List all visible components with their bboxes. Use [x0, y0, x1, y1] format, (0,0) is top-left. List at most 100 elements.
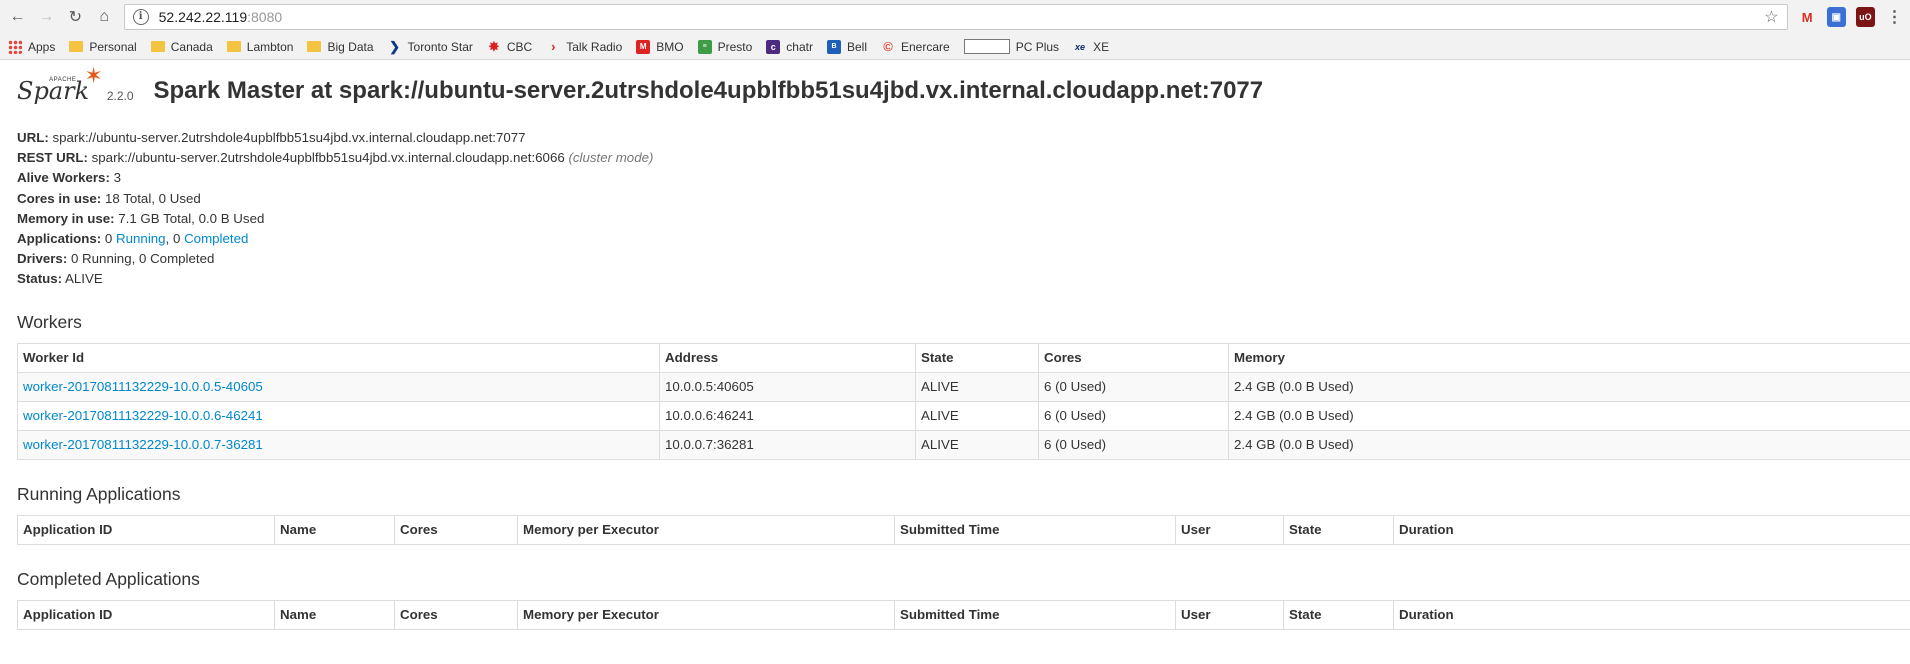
site-info-icon[interactable]: i	[132, 9, 149, 25]
running-col-name[interactable]: Name	[274, 514, 395, 545]
gmail-extension-icon[interactable]: M	[1798, 7, 1817, 27]
summary-applications: Applications: 0 Running, 0 Completed	[17, 231, 249, 247]
xe-icon: xe	[1075, 41, 1086, 52]
worker-cell-state: ALIVE	[915, 400, 1039, 431]
completed-col-submitted-time[interactable]: Submitted Time	[894, 599, 1176, 630]
bookmark-label: XE	[1093, 39, 1110, 54]
bookmark-talk-radio[interactable]: › Talk Radio	[546, 39, 623, 54]
bookmark-label: chatr	[786, 39, 813, 54]
spark-logo[interactable]: Spark APACHE ✶ 2.2.0	[17, 63, 134, 105]
bookmark-label: Personal	[89, 39, 137, 54]
bookmark-chatr[interactable]: c chatr	[766, 39, 813, 54]
bookmark-lambton[interactable]: Lambton	[226, 40, 293, 54]
summary-drivers: Drivers: 0 Running, 0 Completed	[17, 251, 215, 267]
worker-cell-memory: 2.4 GB (0.0 B Used)	[1228, 400, 1910, 431]
bookmark-personal[interactable]: Personal	[69, 39, 137, 54]
workers-col-address[interactable]: Address	[659, 342, 916, 373]
bookmark-bell[interactable]: B Bell	[826, 39, 867, 54]
toronto-star-icon: ❯	[389, 38, 400, 54]
running-col-submitted-time[interactable]: Submitted Time	[894, 514, 1176, 545]
cbc-icon: ✸	[488, 38, 500, 54]
bookmark-cbc[interactable]: ✸ CBC	[487, 38, 532, 54]
workers-col-cores[interactable]: Cores	[1038, 342, 1229, 373]
workers-col-memory[interactable]: Memory	[1228, 342, 1910, 373]
bookmark-label: Apps	[28, 39, 56, 54]
back-arrow-icon[interactable]: ←	[6, 5, 29, 29]
browser-menu-icon[interactable]: ⋮	[1885, 7, 1904, 27]
bookmark-canada[interactable]: Canada	[150, 40, 213, 54]
master-summary: URL: spark://ubuntu-server.2utrshdole4up…	[17, 128, 1893, 290]
home-icon[interactable]: ⌂	[93, 5, 116, 29]
worker-cell-address: 10.0.0.6:46241	[659, 400, 916, 431]
browser-toolbar: ← → ↻ ⌂ i 52.242.22.119:8080 ☆ M ▣ uO ⋮	[0, 0, 1910, 34]
ublock-extension-icon[interactable]: uO	[1855, 7, 1875, 27]
page-title: Spark Master at spark://ubuntu-server.2u…	[153, 77, 1264, 104]
running-apps-heading[interactable]: Running Applications	[17, 484, 1893, 505]
apache-logo-text: APACHE	[49, 77, 77, 83]
worker-id-link[interactable]: worker-20170811132229-10.0.0.7-36281	[23, 437, 263, 452]
worker-cell-memory: 2.4 GB (0.0 B Used)	[1228, 429, 1910, 460]
workers-col-state[interactable]: State	[915, 342, 1039, 373]
completed-col-name[interactable]: Name	[274, 599, 395, 630]
chatr-icon: c	[766, 39, 781, 54]
completed-col-cores[interactable]: Cores	[394, 599, 518, 630]
bell-icon: B	[826, 39, 841, 54]
worker-row: worker-20170811132229-10.0.0.6-46241 10.0…	[17, 400, 1910, 431]
apps-grid-icon	[8, 39, 22, 54]
worker-cell-memory: 2.4 GB (0.0 B Used)	[1228, 371, 1910, 402]
tab-extension-icon[interactable]: ▣	[1826, 7, 1846, 27]
bookmark-apps[interactable]: Apps	[8, 39, 56, 54]
completed-col-state[interactable]: State	[1283, 599, 1394, 630]
bookmark-label: Talk Radio	[566, 39, 623, 54]
page-icon	[963, 39, 1010, 54]
bookmark-toronto-star[interactable]: ❯ Toronto Star	[388, 38, 473, 54]
url-port: :8080	[247, 9, 283, 25]
worker-cell-state: ALIVE	[915, 429, 1039, 460]
bookmark-star-icon[interactable]: ☆	[1764, 7, 1778, 27]
spark-star-icon: ✶	[84, 63, 103, 88]
running-col-application-id[interactable]: Application ID	[17, 514, 275, 545]
bookmark-label: Toronto Star	[407, 39, 473, 54]
folder-icon	[150, 41, 165, 52]
folder-icon	[226, 41, 241, 52]
bookmark-bmo[interactable]: M BMO	[636, 39, 684, 54]
bookmark-label: Big Data	[327, 39, 374, 54]
completed-col-application-id[interactable]: Application ID	[17, 599, 275, 630]
page-header: Spark APACHE ✶ 2.2.0 Spark Master at spa…	[17, 60, 1893, 122]
completed-col-memory-per-executor[interactable]: Memory per Executor	[517, 599, 895, 630]
workers-table: Worker Id Address State Cores Memory worker-…	[17, 342, 1910, 460]
completed-apps-link[interactable]: Completed	[184, 231, 248, 246]
running-col-user[interactable]: User	[1175, 514, 1284, 545]
running-col-duration[interactable]: Duration	[1393, 514, 1910, 545]
running-apps-link[interactable]: Running	[116, 231, 166, 246]
running-col-state[interactable]: State	[1283, 514, 1394, 545]
running-col-memory-per-executor[interactable]: Memory per Executor	[517, 514, 895, 545]
running-col-cores[interactable]: Cores	[394, 514, 518, 545]
bookmark-big-data[interactable]: Big Data	[307, 39, 374, 54]
worker-id-link[interactable]: worker-20170811132229-10.0.0.6-46241	[23, 408, 263, 423]
bookmark-enercare[interactable]: © Enercare	[881, 39, 950, 54]
worker-id-link[interactable]: worker-20170811132229-10.0.0.5-40605	[23, 379, 263, 394]
bookmark-presto[interactable]: ≡ Presto	[697, 39, 752, 54]
folder-icon	[307, 41, 322, 52]
bookmark-xe[interactable]: xe XE	[1073, 40, 1109, 54]
completed-col-duration[interactable]: Duration	[1393, 599, 1910, 630]
enercare-icon: ©	[883, 39, 893, 54]
workers-col-worker-id[interactable]: Worker Id	[17, 342, 660, 373]
workers-heading[interactable]: Workers	[17, 312, 1893, 333]
worker-cell-state: ALIVE	[915, 371, 1039, 402]
summary-alive-workers: Alive Workers: 3	[17, 170, 121, 186]
bookmark-label: BMO	[656, 39, 684, 54]
presto-icon: ≡	[697, 39, 712, 54]
running-apps-table: Application ID Name Cores Memory per Execut…	[17, 514, 1910, 545]
completed-apps-heading[interactable]: Completed Applications	[17, 569, 1893, 590]
bookmark-label: Bell	[846, 39, 867, 54]
worker-cell-address: 10.0.0.5:40605	[659, 371, 916, 402]
address-bar[interactable]: i 52.242.22.119:8080 ☆	[123, 4, 1788, 30]
reload-icon[interactable]: ↻	[64, 5, 87, 29]
forward-arrow-icon[interactable]: →	[35, 5, 58, 29]
completed-col-user[interactable]: User	[1175, 599, 1284, 630]
bookmark-pc-plus[interactable]: PC Plus	[963, 39, 1059, 54]
summary-memory: Memory in use: 7.1 GB Total, 0.0 B Used	[17, 210, 265, 226]
worker-cell-cores: 6 (0 Used)	[1038, 429, 1229, 460]
